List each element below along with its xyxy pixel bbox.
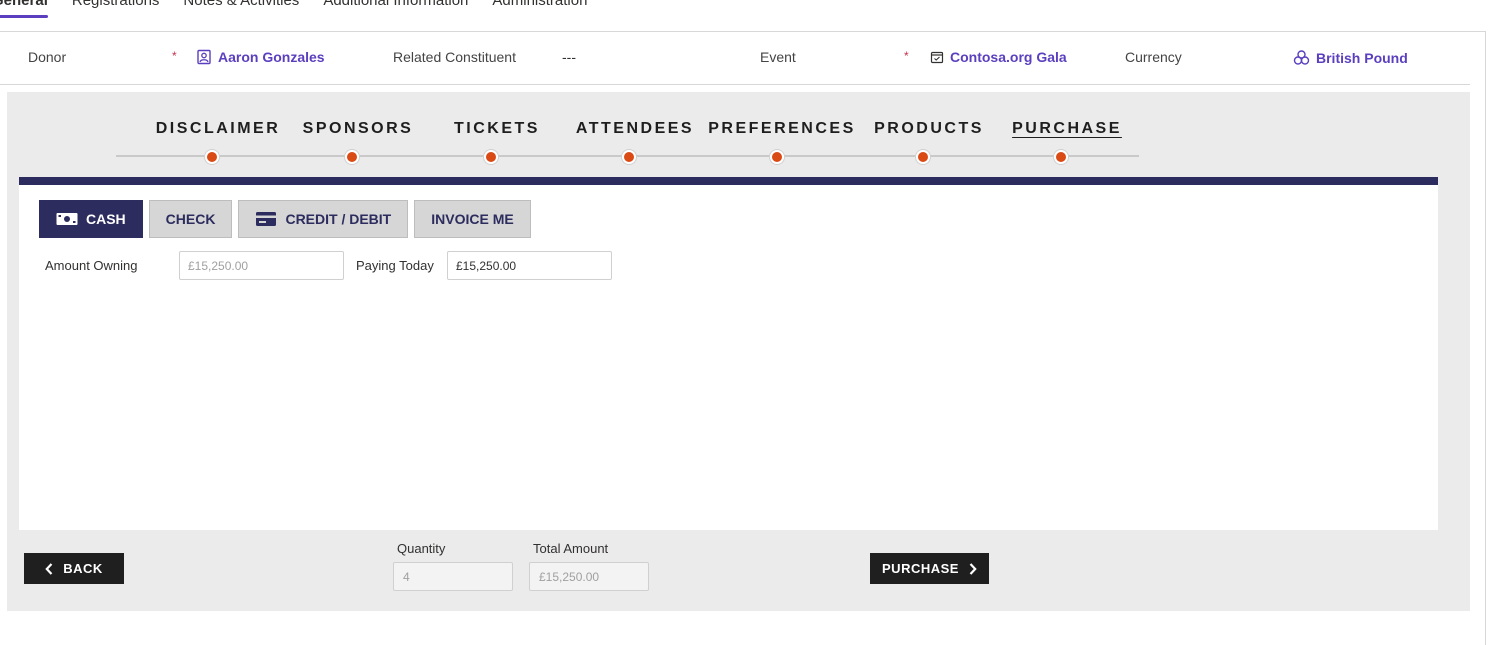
chevron-left-icon	[45, 562, 53, 575]
step-dot-preferences[interactable]	[770, 150, 784, 164]
payment-tab-credit-label: CREDIT / DEBIT	[285, 211, 392, 227]
step-sponsors[interactable]: SPONSORS	[303, 120, 414, 138]
step-disclaimer[interactable]: DISCLAIMER	[156, 120, 281, 138]
total-amount-field: £15,250.00	[529, 562, 649, 591]
step-dot-purchase[interactable]	[1054, 150, 1068, 164]
paying-today-label: Paying Today	[356, 258, 434, 273]
calendar-icon	[930, 51, 944, 64]
step-dot-products[interactable]	[916, 150, 930, 164]
step-dot-sponsors[interactable]	[345, 150, 359, 164]
payment-tab-check-label: CHECK	[165, 211, 216, 227]
step-purchase[interactable]: PURCHASE	[1012, 120, 1122, 138]
step-dot-attendees[interactable]	[622, 150, 636, 164]
cash-icon	[56, 213, 78, 225]
purchase-wizard-panel: DISCLAIMER SPONSORS TICKETS ATTENDEES PR…	[7, 92, 1470, 611]
credit-card-icon	[256, 212, 277, 226]
donor-required-mark: *	[172, 49, 177, 63]
payment-tab-cash-label: CASH	[86, 211, 126, 227]
related-constituent-label: Related Constituent	[393, 49, 516, 65]
currency-lookup-link[interactable]: British Pound	[1293, 49, 1408, 66]
tab-registrations[interactable]: Registrations	[72, 0, 160, 18]
quantity-label: Quantity	[397, 541, 446, 556]
amount-owning-label: Amount Owning	[45, 258, 138, 273]
donor-label: Donor	[28, 49, 67, 65]
back-button-label: BACK	[63, 561, 103, 576]
amount-owning-field: £15,250.00	[179, 251, 344, 280]
currency-value: British Pound	[1316, 49, 1408, 66]
step-attendees[interactable]: ATTENDEES	[576, 120, 694, 138]
wizard-steps: DISCLAIMER SPONSORS TICKETS ATTENDEES PR…	[7, 92, 1470, 177]
event-required-mark: *	[904, 49, 909, 63]
currency-label: Currency	[1125, 49, 1182, 65]
step-dot-disclaimer[interactable]	[205, 150, 219, 164]
related-constituent-value: ---	[562, 49, 576, 65]
contact-icon	[197, 49, 211, 65]
page: General Registrations Notes & Activities…	[0, 0, 1488, 645]
donor-value: Aaron Gonzales	[218, 49, 325, 65]
step-dot-tickets[interactable]	[484, 150, 498, 164]
tab-notes-activities[interactable]: Notes & Activities	[183, 0, 299, 18]
payment-tab-invoice-label: INVOICE ME	[431, 211, 514, 227]
tab-additional-information[interactable]: Additional Information	[323, 0, 468, 18]
total-amount-label: Total Amount	[533, 541, 609, 556]
frame-right-border	[1485, 31, 1486, 645]
step-tickets[interactable]: TICKETS	[454, 120, 540, 138]
header-fields: Donor * Aaron Gonzales Related Constitue…	[0, 32, 1470, 85]
step-products[interactable]: PRODUCTS	[874, 120, 984, 138]
paying-today-input[interactable]: £15,250.00	[447, 251, 612, 280]
form-tabs: General Registrations Notes & Activities…	[0, 0, 587, 18]
event-value: Contosa.org Gala	[950, 49, 1067, 65]
event-lookup-link[interactable]: Contosa.org Gala	[930, 49, 1067, 65]
payment-section: CASH CHECK CREDIT / DEBIT INVOICE ME Amo…	[19, 185, 1438, 530]
payment-tab-cash[interactable]: CASH	[39, 200, 143, 238]
section-divider-bar	[19, 177, 1438, 185]
tab-general[interactable]: General	[0, 0, 48, 18]
payment-tab-invoice-me[interactable]: INVOICE ME	[414, 200, 531, 238]
quantity-field: 4	[393, 562, 513, 591]
payment-tab-check[interactable]: CHECK	[148, 200, 233, 238]
event-label: Event	[760, 49, 796, 65]
donor-lookup-link[interactable]: Aaron Gonzales	[196, 49, 325, 65]
payment-method-tabs: CASH CHECK CREDIT / DEBIT INVOICE ME	[39, 200, 531, 238]
currency-icon	[1293, 50, 1310, 65]
tab-administration[interactable]: Administration	[492, 0, 587, 18]
chevron-right-icon	[969, 562, 977, 575]
payment-tab-credit-debit[interactable]: CREDIT / DEBIT	[238, 200, 409, 238]
purchase-button[interactable]: PURCHASE	[870, 553, 989, 584]
purchase-button-label: PURCHASE	[882, 561, 959, 576]
back-button[interactable]: BACK	[24, 553, 124, 584]
step-preferences[interactable]: PREFERENCES	[708, 120, 856, 138]
